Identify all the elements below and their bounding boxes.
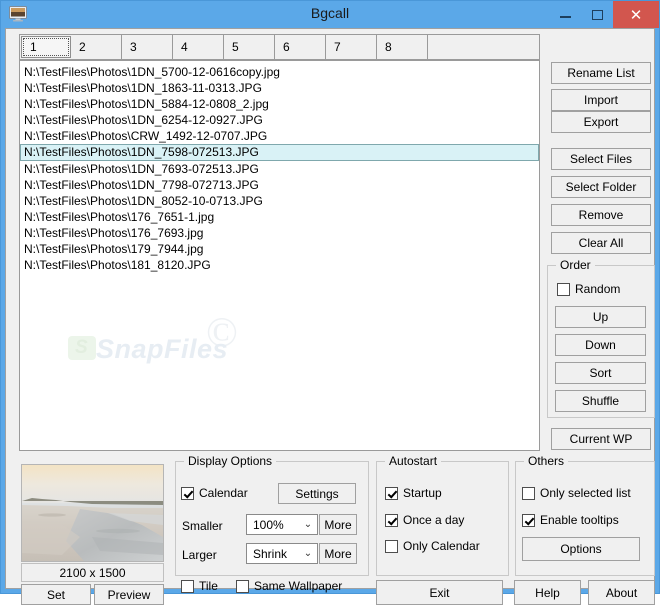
list-item[interactable]: N:\TestFiles\Photos\176_7651-1.jpg bbox=[20, 209, 539, 225]
display-options-label: Display Options bbox=[184, 454, 277, 468]
larger-more-button[interactable]: More bbox=[319, 543, 357, 564]
checkbox-box bbox=[385, 486, 398, 500]
title-bar: Bgcall ✕ bbox=[1, 1, 659, 28]
calendar-checkbox[interactable]: Calendar bbox=[181, 486, 248, 500]
wallpaper-preview-thumbnail[interactable] bbox=[21, 464, 164, 562]
checkbox-box bbox=[236, 579, 249, 593]
enable-tooltips-label: Enable tooltips bbox=[540, 513, 619, 527]
order-group-label: Order bbox=[556, 258, 595, 272]
tab-5[interactable]: 5 bbox=[224, 35, 275, 59]
current-wp-button[interactable]: Current WP bbox=[551, 428, 651, 450]
checkbox-box bbox=[522, 513, 535, 527]
smaller-more-button[interactable]: More bbox=[319, 514, 357, 535]
list-item[interactable]: N:\TestFiles\Photos\181_8120.JPG bbox=[20, 257, 539, 273]
exit-button[interactable]: Exit bbox=[376, 580, 503, 605]
import-button[interactable]: Import bbox=[551, 89, 651, 111]
preview-button[interactable]: Preview bbox=[94, 584, 164, 605]
tab-7[interactable]: 7 bbox=[326, 35, 377, 59]
sort-button[interactable]: Sort bbox=[555, 362, 646, 384]
list-item[interactable]: N:\TestFiles\Photos\1DN_8052-10-0713.JPG bbox=[20, 193, 539, 209]
tab-8[interactable]: 8 bbox=[377, 35, 428, 59]
smaller-value: 100% bbox=[253, 517, 284, 532]
list-item[interactable]: N:\TestFiles\Photos\1DN_7693-072513.JPG bbox=[20, 161, 539, 177]
list-item[interactable]: N:\TestFiles\Photos\1DN_1863-11-0313.JPG bbox=[20, 80, 539, 96]
checkbox-box bbox=[557, 282, 570, 296]
close-button[interactable]: ✕ bbox=[613, 1, 659, 28]
same-wallpaper-checkbox[interactable]: Same Wallpaper bbox=[236, 579, 342, 593]
checkbox-box bbox=[522, 486, 535, 500]
application-window: Bgcall ✕ 1 2 3 4 5 6 7 8 N:\TestFiles\Ph… bbox=[0, 0, 660, 605]
image-dimensions-label: 2100 x 1500 bbox=[21, 563, 164, 582]
tab-2[interactable]: 2 bbox=[71, 35, 122, 59]
list-item[interactable]: N:\TestFiles\Photos\1DN_6254-12-0927.JPG bbox=[20, 112, 539, 128]
export-button[interactable]: Export bbox=[551, 111, 651, 133]
only-selected-list-label: Only selected list bbox=[540, 486, 631, 500]
larger-value: Shrink bbox=[253, 546, 288, 561]
smaller-label: Smaller bbox=[182, 519, 223, 533]
file-list[interactable]: N:\TestFiles\Photos\1DN_5700-12-0616copy… bbox=[19, 60, 540, 451]
checkbox-box bbox=[385, 539, 398, 553]
calendar-label: Calendar bbox=[199, 486, 248, 500]
random-checkbox[interactable]: Random bbox=[557, 282, 620, 296]
autostart-label: Autostart bbox=[385, 454, 442, 468]
others-label: Others bbox=[524, 454, 569, 468]
chevron-down-icon: ⌄ bbox=[303, 518, 313, 530]
select-files-button[interactable]: Select Files bbox=[551, 148, 651, 170]
options-button[interactable]: Options bbox=[522, 537, 640, 561]
larger-dropdown[interactable]: Shrink ⌄ bbox=[246, 543, 318, 564]
tab-3[interactable]: 3 bbox=[122, 35, 173, 59]
checkbox-box bbox=[385, 513, 398, 527]
select-folder-button[interactable]: Select Folder bbox=[551, 176, 651, 198]
list-item[interactable]: N:\TestFiles\Photos\1DN_5884-12-0808_2.j… bbox=[20, 96, 539, 112]
once-a-day-label: Once a day bbox=[403, 513, 465, 527]
random-label: Random bbox=[575, 282, 621, 296]
only-calendar-label: Only Calendar bbox=[403, 539, 480, 553]
only-calendar-checkbox[interactable]: Only Calendar bbox=[385, 539, 480, 553]
down-button[interactable]: Down bbox=[555, 334, 646, 356]
same-wallpaper-label: Same Wallpaper bbox=[254, 579, 343, 593]
checkbox-box bbox=[181, 579, 194, 593]
window-controls: ✕ bbox=[549, 1, 659, 28]
tile-checkbox[interactable]: Tile bbox=[181, 579, 218, 593]
minimize-button[interactable] bbox=[549, 1, 581, 28]
maximize-button[interactable] bbox=[581, 1, 613, 28]
beach-photo bbox=[22, 465, 163, 561]
list-item-selected[interactable]: N:\TestFiles\Photos\1DN_7598-072513.JPG bbox=[20, 144, 539, 161]
tab-4[interactable]: 4 bbox=[173, 35, 224, 59]
list-tabs: 1 2 3 4 5 6 7 8 bbox=[19, 34, 540, 60]
set-wallpaper-button[interactable]: Set bbox=[21, 584, 91, 605]
startup-label: Startup bbox=[403, 486, 442, 500]
list-item[interactable]: N:\TestFiles\Photos\176_7693.jpg bbox=[20, 225, 539, 241]
up-button[interactable]: Up bbox=[555, 306, 646, 328]
startup-checkbox[interactable]: Startup bbox=[385, 486, 442, 500]
remove-button[interactable]: Remove bbox=[551, 204, 651, 226]
list-item[interactable]: N:\TestFiles\Photos\179_7944.jpg bbox=[20, 241, 539, 257]
list-item[interactable]: N:\TestFiles\Photos\1DN_7798-072713.JPG bbox=[20, 177, 539, 193]
about-button[interactable]: About bbox=[588, 580, 655, 605]
client-area: 1 2 3 4 5 6 7 8 N:\TestFiles\Photos\1DN_… bbox=[5, 28, 655, 605]
settings-button[interactable]: Settings bbox=[278, 483, 356, 504]
once-a-day-checkbox[interactable]: Once a day bbox=[385, 513, 464, 527]
tab-1[interactable]: 1 bbox=[21, 36, 71, 58]
larger-label: Larger bbox=[182, 548, 217, 562]
tile-label: Tile bbox=[199, 579, 218, 593]
list-item[interactable]: N:\TestFiles\Photos\1DN_5700-12-0616copy… bbox=[20, 64, 539, 80]
checkbox-box bbox=[181, 486, 194, 500]
rename-list-button[interactable]: Rename List bbox=[551, 62, 651, 84]
enable-tooltips-checkbox[interactable]: Enable tooltips bbox=[522, 513, 619, 527]
chevron-down-icon: ⌄ bbox=[303, 547, 313, 559]
smaller-dropdown[interactable]: 100% ⌄ bbox=[246, 514, 318, 535]
list-item[interactable]: N:\TestFiles\Photos\CRW_1492-12-0707.JPG bbox=[20, 128, 539, 144]
help-button[interactable]: Help bbox=[514, 580, 581, 605]
only-selected-list-checkbox[interactable]: Only selected list bbox=[522, 486, 631, 500]
shuffle-button[interactable]: Shuffle bbox=[555, 390, 646, 412]
tab-6[interactable]: 6 bbox=[275, 35, 326, 59]
tab-empty-space bbox=[428, 35, 539, 59]
clear-all-button[interactable]: Clear All bbox=[551, 232, 651, 254]
